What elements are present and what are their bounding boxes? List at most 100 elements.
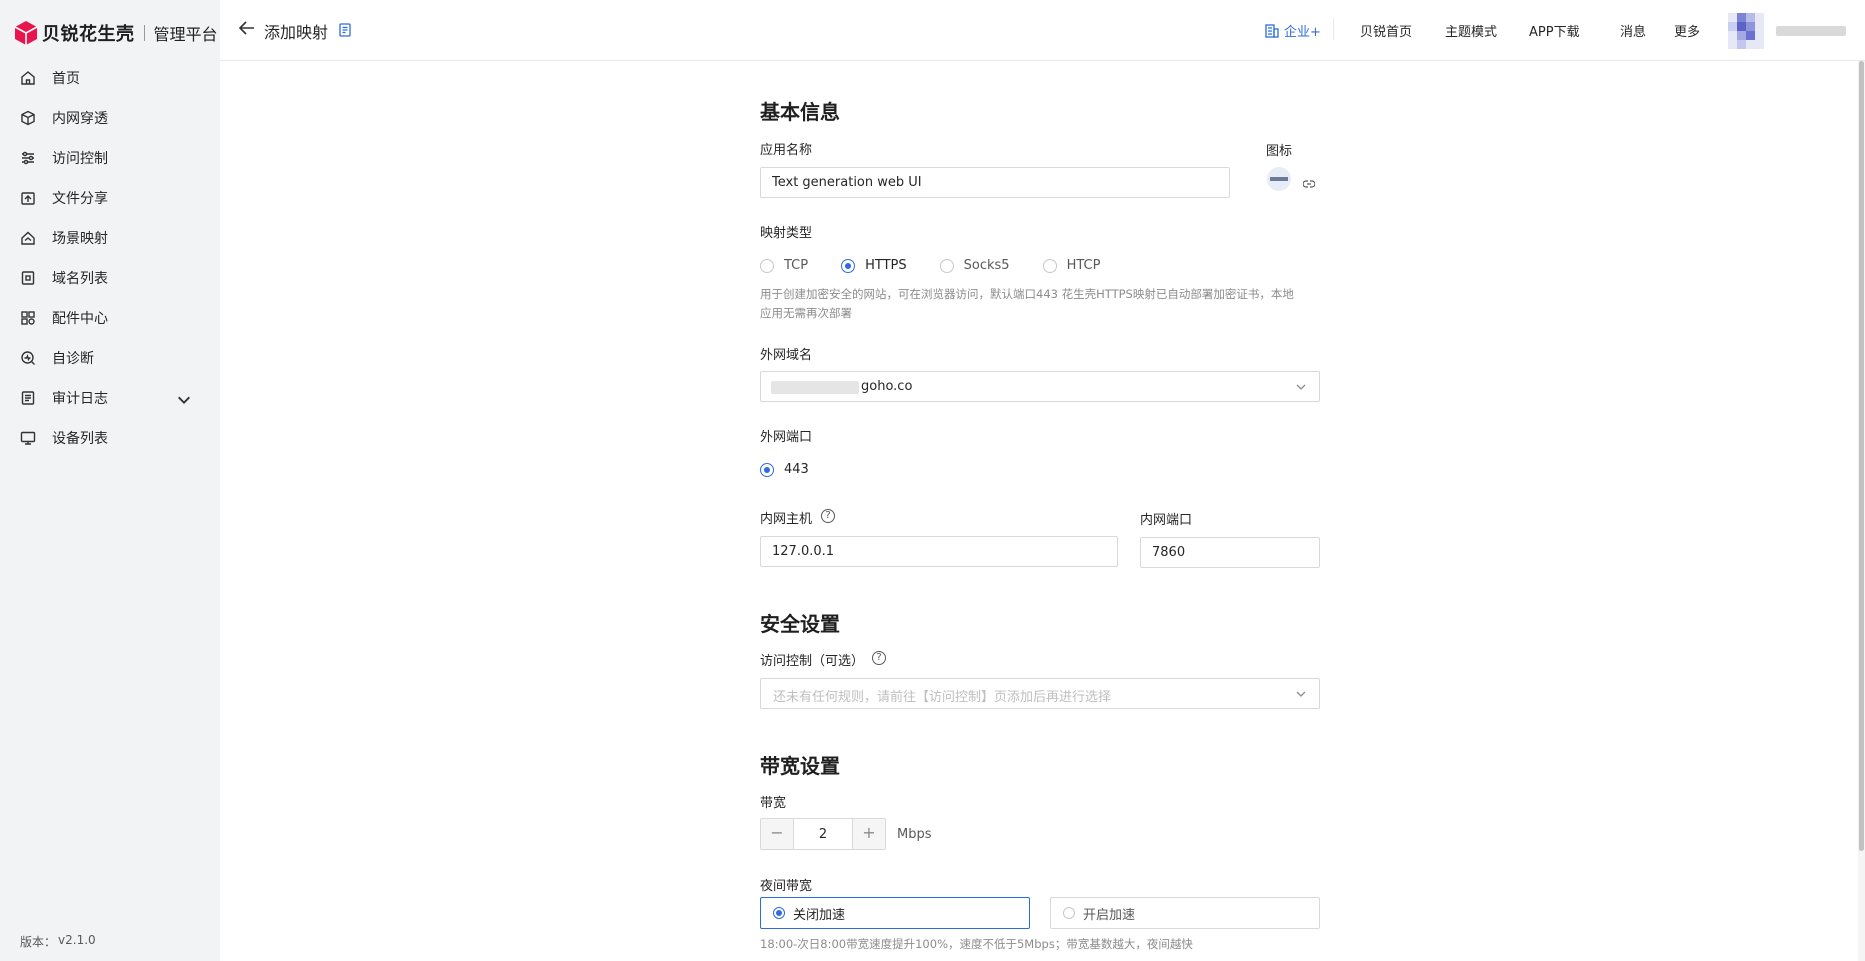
sidebar-item-self-diagnose[interactable]: 自诊断 bbox=[0, 338, 220, 378]
sliders-icon bbox=[22, 151, 34, 165]
house-icon bbox=[21, 231, 35, 245]
mapping-type-group: TCP HTTPS Socks5 HTCP bbox=[760, 258, 1133, 273]
radio-port-443-circle bbox=[760, 462, 774, 477]
chevron-down-icon bbox=[1296, 384, 1306, 390]
top-header: 添加映射 企业+ 贝锐首页 主题模式 APP下载 消息 更多 bbox=[220, 0, 1865, 61]
sidebar-item-label: 内网穿透 bbox=[52, 111, 108, 127]
sidebar-item-scene-mapping[interactable]: 场景映射 bbox=[0, 218, 220, 258]
brand-name: 贝锐花生壳 bbox=[42, 24, 135, 45]
night-boost-on-label: 开启加速 bbox=[1083, 907, 1136, 923]
sidebar-item-label: 域名列表 bbox=[52, 271, 108, 287]
mapping-type-description: 用于创建加密安全的网站，可在浏览器访问，默认端口443 花生壳HTTPS映射已自… bbox=[760, 285, 1320, 323]
radio-tcp-circle bbox=[760, 258, 774, 273]
sidebar-item-device-list[interactable]: 设备列表 bbox=[0, 418, 220, 458]
radio-https-circle bbox=[841, 258, 856, 273]
help-icon[interactable]: ? bbox=[821, 509, 835, 523]
nav-theme-mode[interactable]: 主题模式 bbox=[1445, 21, 1497, 40]
log-icon bbox=[21, 391, 35, 405]
bandwidth-unit: Mbps bbox=[897, 827, 932, 842]
sidebar-item-access-control[interactable]: 访问控制 bbox=[0, 138, 220, 178]
document-icon[interactable] bbox=[338, 23, 352, 37]
radio-htcp-label: HTCP bbox=[1066, 258, 1101, 273]
link-icon[interactable] bbox=[1303, 178, 1315, 190]
nav-enterprise-label: 企业+ bbox=[1284, 25, 1321, 40]
sidebar-item-file-share[interactable]: 文件分享 bbox=[0, 178, 220, 218]
nav-beirui-home[interactable]: 贝锐首页 bbox=[1360, 21, 1412, 40]
header-divider bbox=[1333, 18, 1334, 40]
sidebar-item-label: 配件中心 bbox=[52, 311, 108, 327]
chevron-down-icon[interactable] bbox=[176, 392, 192, 408]
nav-app-download[interactable]: APP下载 bbox=[1529, 21, 1580, 40]
building-icon bbox=[1265, 23, 1279, 38]
radio-tcp-label: TCP bbox=[784, 258, 809, 273]
avatar[interactable] bbox=[1728, 13, 1764, 49]
radio-htcp[interactable]: HTCP bbox=[1042, 258, 1101, 273]
app-icon-preview[interactable] bbox=[1266, 166, 1292, 192]
access-control-label: 访问控制（可选） bbox=[760, 654, 865, 669]
sidebar-item-label: 自诊断 bbox=[52, 351, 94, 367]
night-bandwidth-description: 18:00-次日8:00带宽速度提升100%，速度不低于5Mbps；带宽基数越大… bbox=[760, 937, 1193, 951]
external-port-label: 外网端口 bbox=[760, 430, 813, 445]
mapping-type-label: 映射类型 bbox=[760, 226, 813, 241]
radio-socks5[interactable]: Socks5 bbox=[939, 258, 1010, 273]
radio-port-443[interactable]: 443 bbox=[760, 462, 809, 477]
increment-button[interactable]: + bbox=[853, 819, 885, 849]
sidebar-item-home[interactable]: 首页 bbox=[0, 58, 220, 98]
sidebar-item-intranet[interactable]: 内网穿透 bbox=[0, 98, 220, 138]
radio-socks5-circle bbox=[939, 258, 954, 273]
domain-select[interactable]: goho.co bbox=[760, 371, 1320, 402]
sidebar-nav: 首页 内网穿透 访问控制 文件分享 场景映射 域名列表 配件中心 自诊断 审计日… bbox=[0, 58, 220, 458]
version-info: 版本： v2.1.0 bbox=[20, 933, 98, 950]
domain-prefix-redacted bbox=[771, 381, 859, 394]
page-scrollbar[interactable] bbox=[1858, 61, 1865, 961]
night-bandwidth-label: 夜间带宽 bbox=[760, 879, 813, 894]
radio-https[interactable]: HTTPS bbox=[841, 258, 907, 273]
inner-port-label: 内网端口 bbox=[1140, 513, 1193, 528]
app-name-input[interactable] bbox=[760, 167, 1230, 198]
inner-port-input[interactable] bbox=[1140, 537, 1320, 568]
bandwidth-input[interactable] bbox=[793, 819, 853, 849]
sidebar-item-label: 首页 bbox=[52, 71, 80, 87]
sidebar: 贝锐花生壳 管理平台 首页 内网穿透 访问控制 文件分享 场景映射 域名列表 配… bbox=[0, 0, 220, 961]
monitor-icon bbox=[20, 431, 36, 445]
night-boost-off-circle bbox=[773, 907, 785, 919]
domain-label: 外网域名 bbox=[760, 348, 813, 363]
cube-icon bbox=[21, 110, 35, 126]
scrollbar-thumb[interactable] bbox=[1859, 61, 1864, 851]
night-boost-on-circle bbox=[1063, 907, 1075, 919]
nav-enterprise-plus[interactable]: 企业+ bbox=[1264, 21, 1321, 40]
decrement-button[interactable]: − bbox=[761, 819, 793, 849]
brand-subtitle: 管理平台 bbox=[153, 25, 218, 44]
sidebar-item-label: 审计日志 bbox=[52, 391, 108, 407]
nav-more[interactable]: 更多 bbox=[1674, 21, 1700, 40]
sidebar-item-audit-log[interactable]: 审计日志 bbox=[0, 378, 220, 418]
section-title-security: 安全设置 bbox=[760, 612, 840, 636]
username-redacted[interactable] bbox=[1776, 26, 1846, 36]
inner-host-input[interactable] bbox=[760, 536, 1118, 567]
access-control-select[interactable]: 还未有任何规则，请前往【访问控制】页添加后再进行选择 bbox=[760, 678, 1320, 709]
page-title: 添加映射 bbox=[264, 23, 329, 42]
bandwidth-label: 带宽 bbox=[760, 796, 787, 811]
sidebar-item-label: 设备列表 bbox=[52, 431, 108, 447]
sidebar-item-accessory-center[interactable]: 配件中心 bbox=[0, 298, 220, 338]
sidebar-item-domain-list[interactable]: 域名列表 bbox=[0, 258, 220, 298]
mapping-type-description-line1: 用于创建加密安全的网站，可在浏览器访问，默认端口443 花生壳HTTPS映射已自… bbox=[760, 287, 1294, 301]
night-boost-off-option[interactable]: 关闭加速 bbox=[760, 897, 1030, 929]
radio-tcp[interactable]: TCP bbox=[760, 258, 808, 273]
section-title-basic: 基本信息 bbox=[760, 100, 840, 124]
nav-messages[interactable]: 消息 bbox=[1620, 21, 1646, 40]
bandwidth-stepper: − + bbox=[760, 818, 886, 850]
radio-socks5-label: Socks5 bbox=[963, 258, 1010, 273]
night-boost-on-option[interactable]: 开启加速 bbox=[1050, 897, 1320, 929]
help-icon[interactable]: ? bbox=[872, 651, 886, 665]
back-arrow-icon[interactable] bbox=[238, 19, 256, 37]
diagnose-icon bbox=[21, 351, 35, 365]
brand-divider bbox=[143, 25, 145, 41]
domain-value: goho.co bbox=[861, 379, 913, 394]
sidebar-item-label: 场景映射 bbox=[52, 231, 108, 247]
mapping-type-description-line2: 应用无需再次部署 bbox=[760, 306, 852, 320]
version-label: 版本： bbox=[20, 935, 57, 949]
access-control-placeholder: 还未有任何规则，请前往【访问控制】页添加后再进行选择 bbox=[773, 690, 1112, 705]
brand[interactable]: 贝锐花生壳 管理平台 bbox=[14, 18, 218, 48]
sidebar-item-label: 访问控制 bbox=[52, 151, 108, 167]
